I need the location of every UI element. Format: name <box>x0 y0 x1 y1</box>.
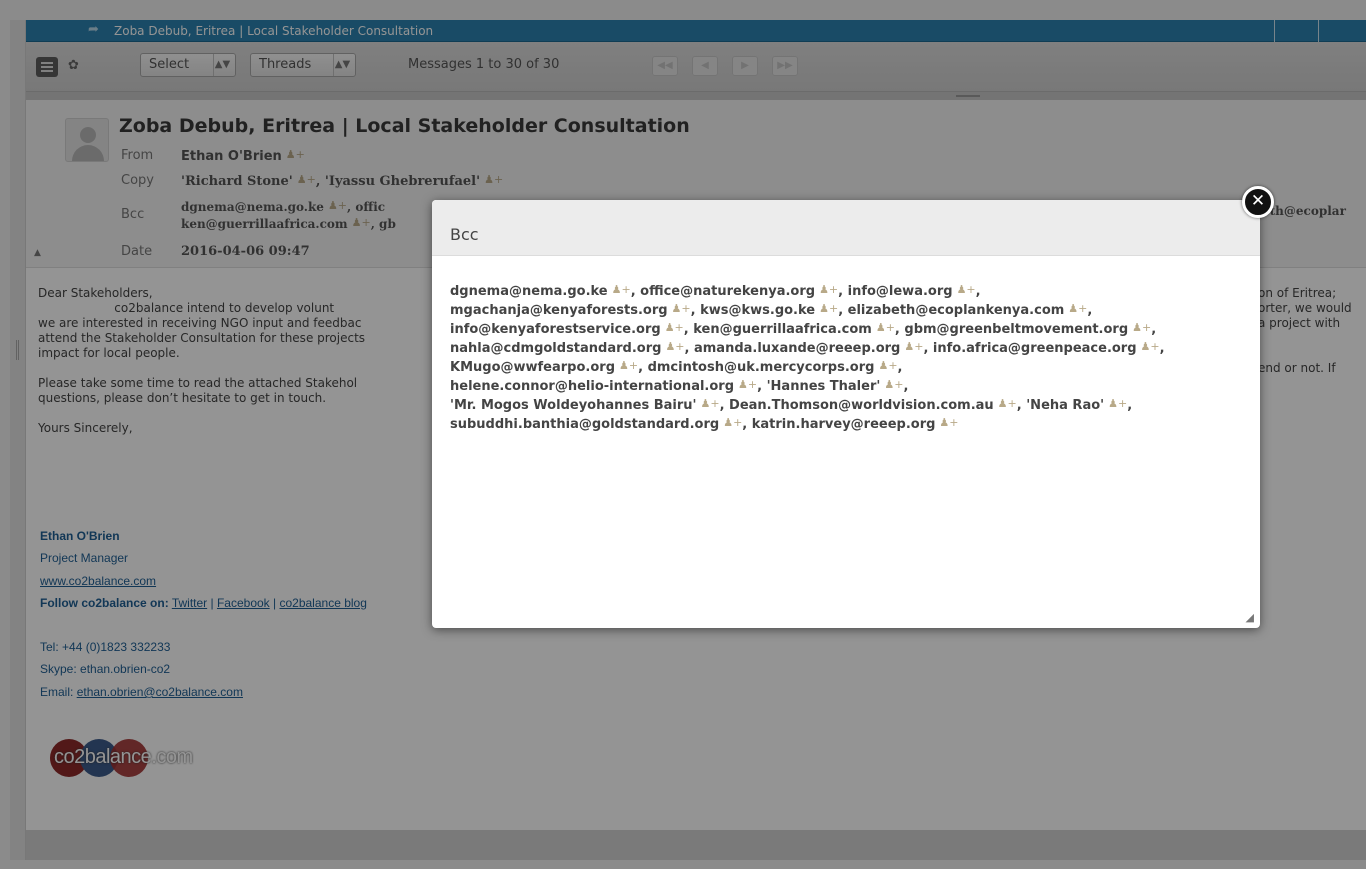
add-contact-icon[interactable]: ♟+ <box>957 281 976 298</box>
resize-handle-icon[interactable]: ◢ <box>1246 611 1254 624</box>
recipient-row: KMugo@wwfearpo.org ♟+, dmcintosh@uk.mercy… <box>450 357 903 375</box>
recipient-row: subuddhi.banthia@goldstandard.org ♟+, kat… <box>450 414 959 432</box>
add-contact-icon[interactable]: ♟+ <box>939 414 958 431</box>
recipient-row: 'Mr. Mogos Woldeyohannes Bairu' ♟+, Dean.… <box>450 395 1133 413</box>
add-contact-icon[interactable]: ♟+ <box>1068 300 1087 317</box>
bcc-recipient[interactable]: 'Hannes Thaler' <box>767 379 881 394</box>
bcc-recipient[interactable]: KMugo@wwfearpo.org <box>450 360 615 375</box>
bcc-recipient[interactable]: 'Neha Rao' <box>1026 398 1104 413</box>
bcc-recipient[interactable]: info@kenyaforestservice.org <box>450 322 661 337</box>
add-contact-icon[interactable]: ♟+ <box>1108 395 1127 412</box>
bcc-recipient-list: dgnema@nema.go.ke ♟+, office@naturekenya.… <box>450 281 1250 433</box>
bcc-recipient[interactable]: Dean.Thomson@worldvision.com.au <box>729 398 994 413</box>
recipient-row: mgachanja@kenyaforests.org ♟+, kws@kws.go… <box>450 300 1093 318</box>
recipient-row: helene.connor@helio-international.org ♟+,… <box>450 376 909 394</box>
bcc-recipient[interactable]: info.africa@greenpeace.org <box>933 341 1137 356</box>
add-contact-icon[interactable]: ♟+ <box>904 338 923 355</box>
add-contact-icon[interactable]: ♟+ <box>998 395 1017 412</box>
add-contact-icon[interactable]: ♟+ <box>1132 319 1151 336</box>
add-contact-icon[interactable]: ♟+ <box>665 338 684 355</box>
close-dialog-button[interactable]: ✕ <box>1242 186 1274 218</box>
add-contact-icon[interactable]: ♟+ <box>884 376 903 393</box>
bcc-recipient[interactable]: dgnema@nema.go.ke <box>450 284 608 299</box>
recipient-row: dgnema@nema.go.ke ♟+, office@naturekenya.… <box>450 281 981 299</box>
bcc-dialog: Bcc dgnema@nema.go.ke ♟+, office@natureke… <box>432 200 1260 628</box>
bcc-recipient[interactable]: amanda.luxande@reeep.org <box>694 341 900 356</box>
add-contact-icon[interactable]: ♟+ <box>665 319 684 336</box>
bcc-recipient[interactable]: info@lewa.org <box>848 284 953 299</box>
add-contact-icon[interactable]: ♟+ <box>819 281 838 298</box>
add-contact-icon[interactable]: ♟+ <box>612 281 631 298</box>
bcc-recipient[interactable]: dmcintosh@uk.mercycorps.org <box>648 360 875 375</box>
bcc-recipient[interactable]: katrin.harvey@reeep.org <box>752 417 936 432</box>
bcc-recipient[interactable]: 'Mr. Mogos Woldeyohannes Bairu' <box>450 398 697 413</box>
bcc-recipient[interactable]: nahla@cdmgoldstandard.org <box>450 341 661 356</box>
bcc-recipient[interactable]: ken@guerrillaafrica.com <box>693 322 872 337</box>
bcc-recipient[interactable]: helene.connor@helio-international.org <box>450 379 734 394</box>
bcc-recipient[interactable]: mgachanja@kenyaforests.org <box>450 303 668 318</box>
close-icon: ✕ <box>1250 191 1266 211</box>
add-contact-icon[interactable]: ♟+ <box>672 300 691 317</box>
add-contact-icon[interactable]: ♟+ <box>701 395 720 412</box>
add-contact-icon[interactable]: ♟+ <box>619 357 638 374</box>
recipient-row: nahla@cdmgoldstandard.org ♟+, amanda.luxa… <box>450 338 1165 356</box>
dialog-header: Bcc <box>432 200 1260 256</box>
add-contact-icon[interactable]: ♟+ <box>876 319 895 336</box>
add-contact-icon[interactable]: ♟+ <box>878 357 897 374</box>
bcc-recipient[interactable]: elizabeth@ecoplankenya.com <box>848 303 1065 318</box>
bcc-recipient[interactable]: kws@kws.go.ke <box>700 303 815 318</box>
dialog-title: Bcc <box>450 225 479 244</box>
add-contact-icon[interactable]: ♟+ <box>723 414 742 431</box>
recipient-row: info@kenyaforestservice.org ♟+, ken@guerr… <box>450 319 1157 337</box>
bcc-recipient[interactable]: gbm@greenbeltmovement.org <box>904 322 1128 337</box>
bcc-recipient[interactable]: subuddhi.banthia@goldstandard.org <box>450 417 719 432</box>
add-contact-icon[interactable]: ♟+ <box>738 376 757 393</box>
add-contact-icon[interactable]: ♟+ <box>819 300 838 317</box>
bcc-recipient[interactable]: office@naturekenya.org <box>640 284 815 299</box>
add-contact-icon[interactable]: ♟+ <box>1141 338 1160 355</box>
